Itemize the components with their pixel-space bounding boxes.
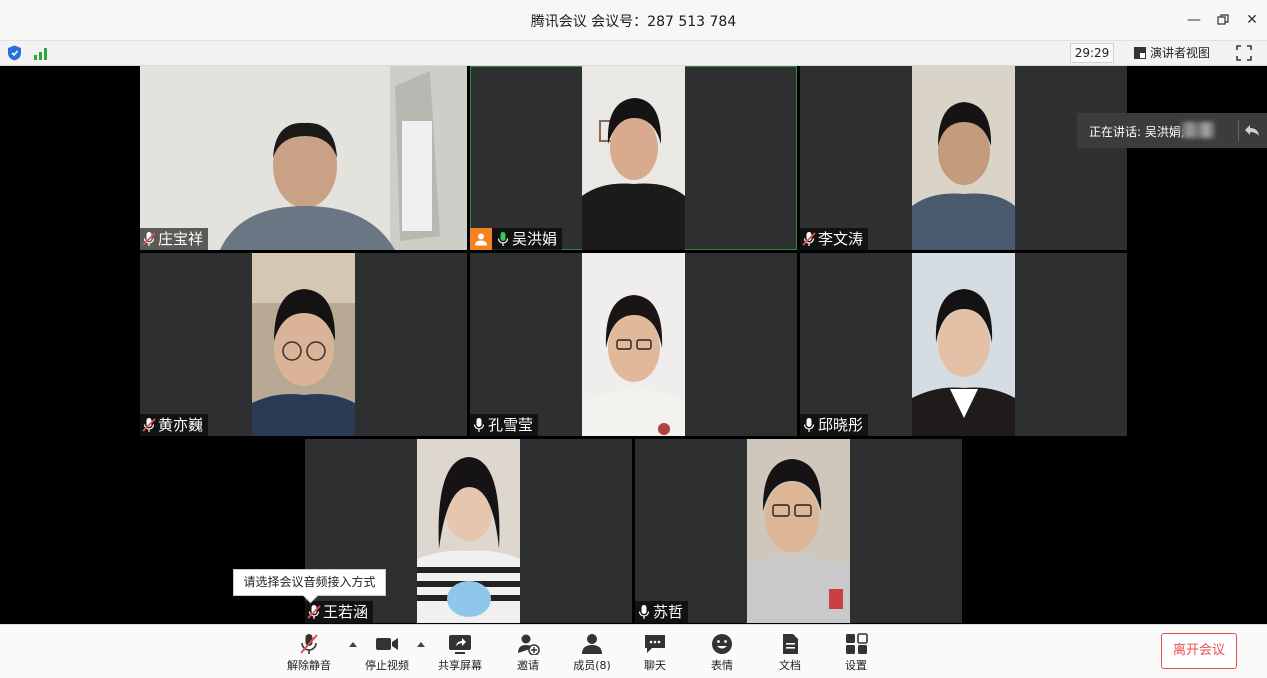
restore-button[interactable] — [1212, 10, 1234, 30]
participant-name-tag: 庄宝祥 — [140, 228, 209, 250]
title-bar: 腾讯会议 会议号：287 513 784 — ✕ — [0, 0, 1267, 41]
participant-name-tag: 李文涛 — [800, 228, 869, 250]
audio-options-caret-icon[interactable] — [349, 641, 357, 647]
divider — [1238, 120, 1239, 141]
unmute-label: 解除静音 — [287, 659, 331, 672]
chat-button[interactable]: 聊天 — [630, 625, 680, 678]
chat-icon — [645, 635, 665, 653]
window-title: 腾讯会议 会议号：287 513 784 — [530, 14, 737, 30]
camera-feed — [582, 253, 685, 436]
document-icon — [783, 634, 798, 654]
share-screen-button[interactable]: 共享屏幕 — [434, 625, 486, 678]
leave-meeting-button[interactable]: 离开会议 — [1161, 633, 1237, 669]
mic-muted-icon — [300, 634, 318, 654]
mic-icon — [473, 418, 485, 432]
camera-feed — [252, 253, 355, 436]
settings-label: 设置 — [845, 659, 867, 672]
settings-button[interactable]: 设置 — [831, 625, 881, 678]
video-tile-qiuxiaotong[interactable]: 邱晓彤 — [800, 253, 1127, 436]
video-grid: 庄宝祥 吴洪娟 李文涛 黄亦巍 孔雪莹 邱晓彤 王若涵 苏哲 — [0, 66, 1267, 624]
camera-feed — [912, 66, 1015, 250]
participant-name-tag: 吴洪娟 — [470, 228, 563, 250]
emoji-button[interactable]: 表情 — [697, 625, 747, 678]
blurred-region — [1181, 122, 1215, 138]
minimize-icon: — — [1187, 12, 1201, 28]
members-label: 成员(8) — [573, 659, 611, 672]
participant-name-tag: 黄亦巍 — [140, 414, 209, 436]
participant-name-tag: 邱晓彤 — [800, 414, 869, 436]
mic-muted-icon — [802, 232, 816, 246]
video-options-caret-icon[interactable] — [417, 641, 425, 647]
participant-name-tag: 苏哲 — [635, 601, 689, 623]
members-button[interactable]: 成员(8) — [567, 625, 617, 678]
video-tile-huangyiwei[interactable]: 黄亦巍 — [140, 253, 467, 436]
collapse-arrow-icon[interactable] — [1243, 122, 1261, 138]
video-tile-zhuangbaoxiang[interactable]: 庄宝祥 — [140, 66, 467, 250]
participant-name: 李文涛 — [818, 230, 864, 248]
unmute-button[interactable]: 解除静音 — [283, 625, 335, 678]
mic-icon — [803, 418, 815, 432]
participant-name: 苏哲 — [653, 603, 684, 621]
participant-name: 吴洪娟 — [512, 230, 558, 248]
participant-name: 邱晓彤 — [818, 416, 864, 434]
layout-icon — [1134, 47, 1146, 59]
emoji-icon — [712, 634, 732, 654]
video-tile-liwentao[interactable]: 李文涛 — [800, 66, 1127, 250]
participant-name-tag: 王若涵 — [305, 601, 374, 623]
mic-muted-icon — [142, 232, 156, 246]
active-speaker-label: 正在讲话: 吴洪娟; — [1089, 125, 1185, 139]
share-screen-label: 共享屏幕 — [438, 659, 482, 672]
meeting-toolbar: 解除静音 停止视频 共享屏幕 邀请 成员(8) 聊天 表情 文档 设置 离开会议 — [0, 624, 1267, 678]
audio-join-tooltip: 请选择会议音频接入方式 — [233, 569, 386, 596]
meeting-timer: 29:29 — [1070, 43, 1114, 63]
participant-name-tag: 孔雪莹 — [470, 414, 539, 436]
video-tile-suzhe[interactable]: 苏哲 — [635, 439, 962, 623]
invite-label: 邀请 — [517, 659, 539, 672]
participant-name: 王若涵 — [323, 603, 369, 621]
shield-icon[interactable] — [7, 45, 22, 61]
camera-feed — [582, 66, 685, 250]
mic-speaking-icon — [497, 232, 509, 246]
close-button[interactable]: ✕ — [1241, 10, 1263, 30]
docs-button[interactable]: 文档 — [765, 625, 815, 678]
minimize-button[interactable]: — — [1183, 10, 1205, 30]
camera-feed — [747, 439, 850, 623]
speaker-view-button[interactable]: 演讲者视图 — [1134, 43, 1220, 63]
restore-icon — [1217, 14, 1229, 25]
mic-muted-icon — [307, 605, 321, 619]
camera-feed — [417, 439, 520, 623]
fullscreen-icon[interactable] — [1236, 45, 1252, 61]
signal-strength-icon[interactable] — [33, 46, 50, 60]
participant-name: 庄宝祥 — [158, 230, 204, 248]
active-speaker-panel: 正在讲话: 吴洪娟; — [1077, 113, 1267, 148]
invite-button[interactable]: 邀请 — [503, 625, 553, 678]
mic-muted-icon — [142, 418, 156, 432]
stop-video-label: 停止视频 — [365, 659, 409, 672]
mic-icon — [638, 605, 650, 619]
participant-name: 孔雪莹 — [488, 416, 534, 434]
members-icon — [582, 634, 602, 654]
video-tile-wuhongjuan[interactable]: 吴洪娟 — [470, 66, 797, 250]
share-screen-icon — [449, 635, 471, 654]
stop-video-button[interactable]: 停止视频 — [361, 625, 413, 678]
camera-feed — [912, 253, 1015, 436]
close-icon: ✕ — [1246, 12, 1258, 28]
camera-icon — [376, 638, 398, 650]
participant-name: 黄亦巍 — [158, 416, 204, 434]
chat-label: 聊天 — [644, 659, 666, 672]
view-mode-label: 演讲者视图 — [1150, 46, 1211, 60]
settings-grid-icon — [846, 633, 868, 654]
add-user-icon — [518, 634, 540, 655]
docs-label: 文档 — [779, 659, 801, 672]
status-bar: 29:29 演讲者视图 — [0, 41, 1267, 66]
camera-feed — [140, 66, 467, 250]
host-badge — [470, 228, 492, 250]
host-icon — [475, 233, 487, 246]
video-tile-kongxueying[interactable]: 孔雪莹 — [470, 253, 797, 436]
emoji-label: 表情 — [711, 659, 733, 672]
